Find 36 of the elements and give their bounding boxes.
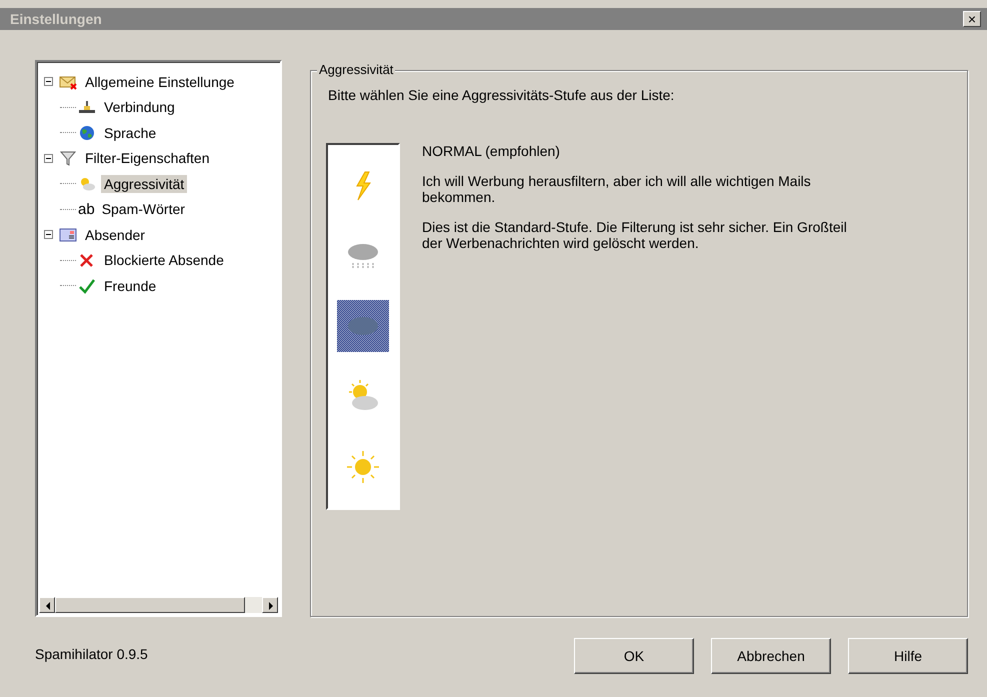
scroll-right-icon[interactable] [262, 597, 278, 613]
scroll-left-icon[interactable] [39, 597, 55, 613]
tree-item[interactable]: Absender [82, 226, 148, 244]
version-label: Spamihilator 0.9.5 [35, 646, 148, 662]
tree-item[interactable]: Blockierte Absende [101, 251, 227, 270]
tree-item[interactable]: Allgemeine Einstellunge [82, 72, 238, 91]
network-icon [78, 99, 96, 116]
collapse-toggle[interactable] [44, 230, 53, 240]
tree-item[interactable]: Verbindung [101, 98, 178, 116]
instruction-text: Bitte wählen Sie eine Aggressivitäts-Stufe aus der Liste: [328, 87, 676, 103]
tree-item[interactable]: Filter-Eigenschaften [82, 149, 213, 168]
tree-item[interactable]: Aggressivität [101, 174, 188, 193]
checkmark-icon [78, 278, 96, 294]
level-description: Ich will Werbung herausfiltern, aber ich will alle wichtigen Mails bekommen. [422, 173, 812, 205]
sun-cloud-icon [78, 176, 96, 192]
window-title: Einstellungen [10, 11, 102, 27]
cross-icon [78, 252, 96, 268]
collapse-toggle[interactable] [44, 154, 53, 163]
card-icon [59, 226, 77, 243]
dialog-button[interactable]: OK [574, 638, 694, 674]
globe-icon [78, 124, 96, 141]
level-option[interactable] [337, 300, 389, 352]
level-heading: NORMAL (empfohlen) [422, 143, 561, 159]
mail-icon [59, 74, 77, 90]
horizontal-scrollbar[interactable] [39, 597, 278, 613]
tree-item[interactable]: Spam-Wörter [98, 200, 188, 218]
level-description: Dies ist die Standard-Stufe. Die Filterung ist sehr sicher. Ein Großteil der Werbenachrichten wird gelöscht werden. [422, 219, 848, 251]
dialog-button[interactable]: Abbrechen [711, 638, 831, 674]
close-button[interactable]: × [963, 11, 981, 27]
group-title: Aggressivität [317, 62, 396, 77]
filter-icon [59, 150, 77, 166]
tree-item[interactable]: Sprache [101, 124, 160, 142]
tree-item[interactable]: Freunde [101, 276, 160, 295]
collapse-toggle[interactable] [44, 77, 53, 86]
dialog-button[interactable]: Hilfe [848, 638, 968, 674]
text-icon: ab [78, 200, 95, 218]
